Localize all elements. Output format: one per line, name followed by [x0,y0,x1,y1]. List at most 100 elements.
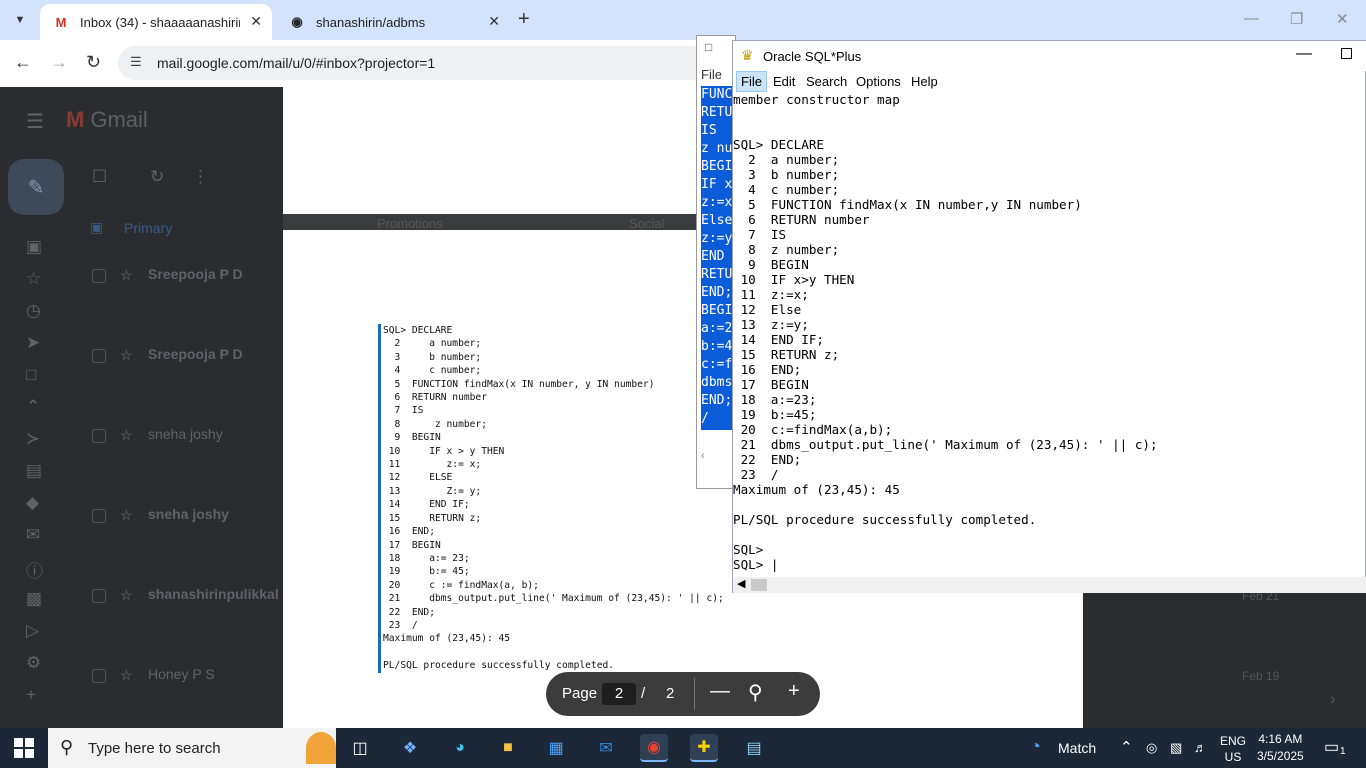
menu-help[interactable]: Help [911,74,938,89]
file-explorer-icon[interactable]: ■ [494,734,522,762]
label-icon[interactable]: ▷ [26,621,39,641]
notepad-taskbar-icon[interactable]: ▤ [740,734,768,762]
weather-icon[interactable]: ◔ [1030,736,1041,757]
horizontal-scrollbar[interactable]: ◀ [733,577,1366,593]
list-item[interactable]: ☆ sneha joshy [80,505,290,535]
outlook-icon[interactable]: ✉ [592,734,620,762]
copilot-icon[interactable]: ❖ [396,734,424,762]
tab-github-adbms[interactable]: ◉ shanashirin/adbms ✕ [276,4,510,40]
list-item[interactable]: ☆ Sreepooja P D [80,345,290,375]
chevron-right-icon[interactable]: › [1330,689,1336,709]
tab-search-chevron-icon[interactable]: ▼ [8,8,32,32]
star-icon[interactable]: ☆ [120,587,133,604]
reload-icon[interactable]: ↻ [86,52,101,73]
page-number-input[interactable]: 2 [602,683,636,705]
edge-icon[interactable]: ◕ [446,734,474,762]
clock-icon[interactable]: ◷ [26,301,41,321]
chevron-up-icon[interactable]: ⌃ [26,397,40,417]
sqlplus-taskbar-icon[interactable]: ✚ [690,734,718,762]
microsoft-store-icon[interactable]: ▦ [542,734,570,762]
weather-text[interactable]: Match [1058,740,1096,756]
row-checkbox[interactable] [92,589,106,603]
row-checkbox[interactable] [92,429,106,443]
menu-file[interactable]: File [736,71,767,92]
hamburger-menu-icon[interactable]: ☰ [26,109,44,134]
task-view-icon[interactable]: ◫ [346,734,374,762]
clock-time: 4:16 AM [1258,732,1303,746]
menu-options[interactable]: Options [856,74,901,89]
star-icon[interactable]: ☆ [26,269,41,289]
send-icon[interactable]: ➤ [26,333,40,353]
list-item[interactable]: ☆ sneha joshy [80,425,290,455]
row-checkbox[interactable] [92,349,106,363]
star-icon[interactable]: ☆ [120,427,133,444]
trash-icon[interactable]: ▩ [26,589,42,609]
primary-tab-label: Primary [124,220,173,236]
windows-start-icon[interactable] [14,738,34,758]
forward-arrow-icon[interactable]: → [50,52,68,73]
scroll-left-icon[interactable]: ◀ [737,577,745,590]
restore-icon[interactable]: ❐ [1290,10,1303,28]
mail-icon[interactable]: ✉ [26,525,40,545]
star-icon[interactable]: ☆ [120,267,133,284]
plus-icon[interactable]: + [26,685,36,705]
star-icon[interactable]: ☆ [120,347,133,364]
row-checkbox[interactable] [92,509,106,523]
network-icon[interactable]: ▧ [1170,740,1182,756]
clock[interactable]: 4:16 AM 3/5/2025 [1257,731,1304,765]
sqlplus-window[interactable]: ♛ Oracle SQL*Plus — File Edit Search Opt… [732,40,1366,593]
language-indicator[interactable]: ENG US [1220,733,1246,765]
menu-file[interactable]: File [701,67,722,82]
zoom-in-icon[interactable]: + [788,680,800,703]
tab-gmail-inbox[interactable]: M Inbox (34) - shaaaaanashirin@gm ✕ [40,4,272,40]
selected-text[interactable]: FUNC RETU IS z nu BEGI IF x z:=x Else z:=y END RET… [701,86,735,430]
select-all-checkbox[interactable]: ☐ [92,167,107,187]
back-arrow-icon[interactable]: ← [14,52,32,73]
refresh-icon[interactable]: ↻ [150,167,164,187]
draft-icon[interactable]: □ [26,365,36,385]
chevron-up-icon[interactable]: ⌃ [1120,738,1133,756]
compose-button[interactable]: ✎ [8,159,64,215]
tab-primary[interactable]: ▣ Primary [80,207,290,251]
spaces-icon[interactable]: ◆ [26,493,39,513]
new-tab-plus-icon[interactable]: + [518,8,530,31]
taskbar-search-box[interactable]: ⚲ Type here to search [48,728,336,768]
minimize-icon[interactable]: — [1296,45,1312,63]
volume-icon[interactable]: ♬ [1194,740,1207,755]
chat-icon[interactable]: ▤ [26,461,42,481]
info-icon[interactable]: ⓘ [26,557,43,582]
scrollbar-thumb[interactable] [751,579,767,591]
close-window-icon[interactable]: ✕ [1336,10,1349,28]
settings-gear-icon[interactable]: ⚙ [26,653,41,673]
star-icon[interactable]: ☆ [120,667,133,684]
oracle-icon: ♛ [741,47,754,63]
list-item[interactable]: ☆ shanashirinpulikkal [80,585,290,615]
sender-name: sneha joshy [148,506,229,522]
zoom-reset-icon[interactable]: ⚲ [748,680,763,705]
sqlplus-console[interactable]: member constructor map SQL> DECLARE 2 a … [733,92,1366,575]
sqlplus-titlebar[interactable]: ♛ Oracle SQL*Plus — [733,41,1366,71]
gmail-logo: M Gmail [66,107,148,133]
more-vert-icon[interactable]: ⋮ [192,167,209,187]
close-icon[interactable]: ✕ [250,13,262,30]
list-item[interactable]: ☆ Honey P S [80,665,290,695]
row-checkbox[interactable] [92,669,106,683]
address-bar[interactable]: ☰ mail.google.com/mail/u/0/#inbox?projec… [118,46,708,80]
row-checkbox[interactable] [92,269,106,283]
minimize-icon[interactable]: — [1244,10,1259,27]
camera-icon[interactable]: ◎ [1146,740,1157,756]
notification-icon[interactable]: ▭ [1324,737,1339,757]
list-item[interactable]: ☆ Sreepooja P D [80,265,290,295]
scroll-left-icon[interactable]: ‹ [701,450,705,462]
zoom-out-icon[interactable]: — [710,680,730,703]
menu-search[interactable]: Search [806,74,847,89]
menu-edit[interactable]: Edit [773,74,795,89]
inbox-icon[interactable]: ▣ [26,237,42,257]
chrome-icon[interactable]: ◉ [640,734,668,762]
site-info-icon[interactable]: ☰ [130,54,142,70]
notepad-window[interactable]: □ File FUNC RETU IS z nu BEGI IF x z:=x Else z:=… [696,35,736,489]
maximize-icon[interactable] [1341,48,1352,59]
star-icon[interactable]: ☆ [120,507,133,524]
close-icon[interactable]: ✕ [488,13,500,30]
scheduled-icon[interactable]: ≻ [26,429,40,449]
